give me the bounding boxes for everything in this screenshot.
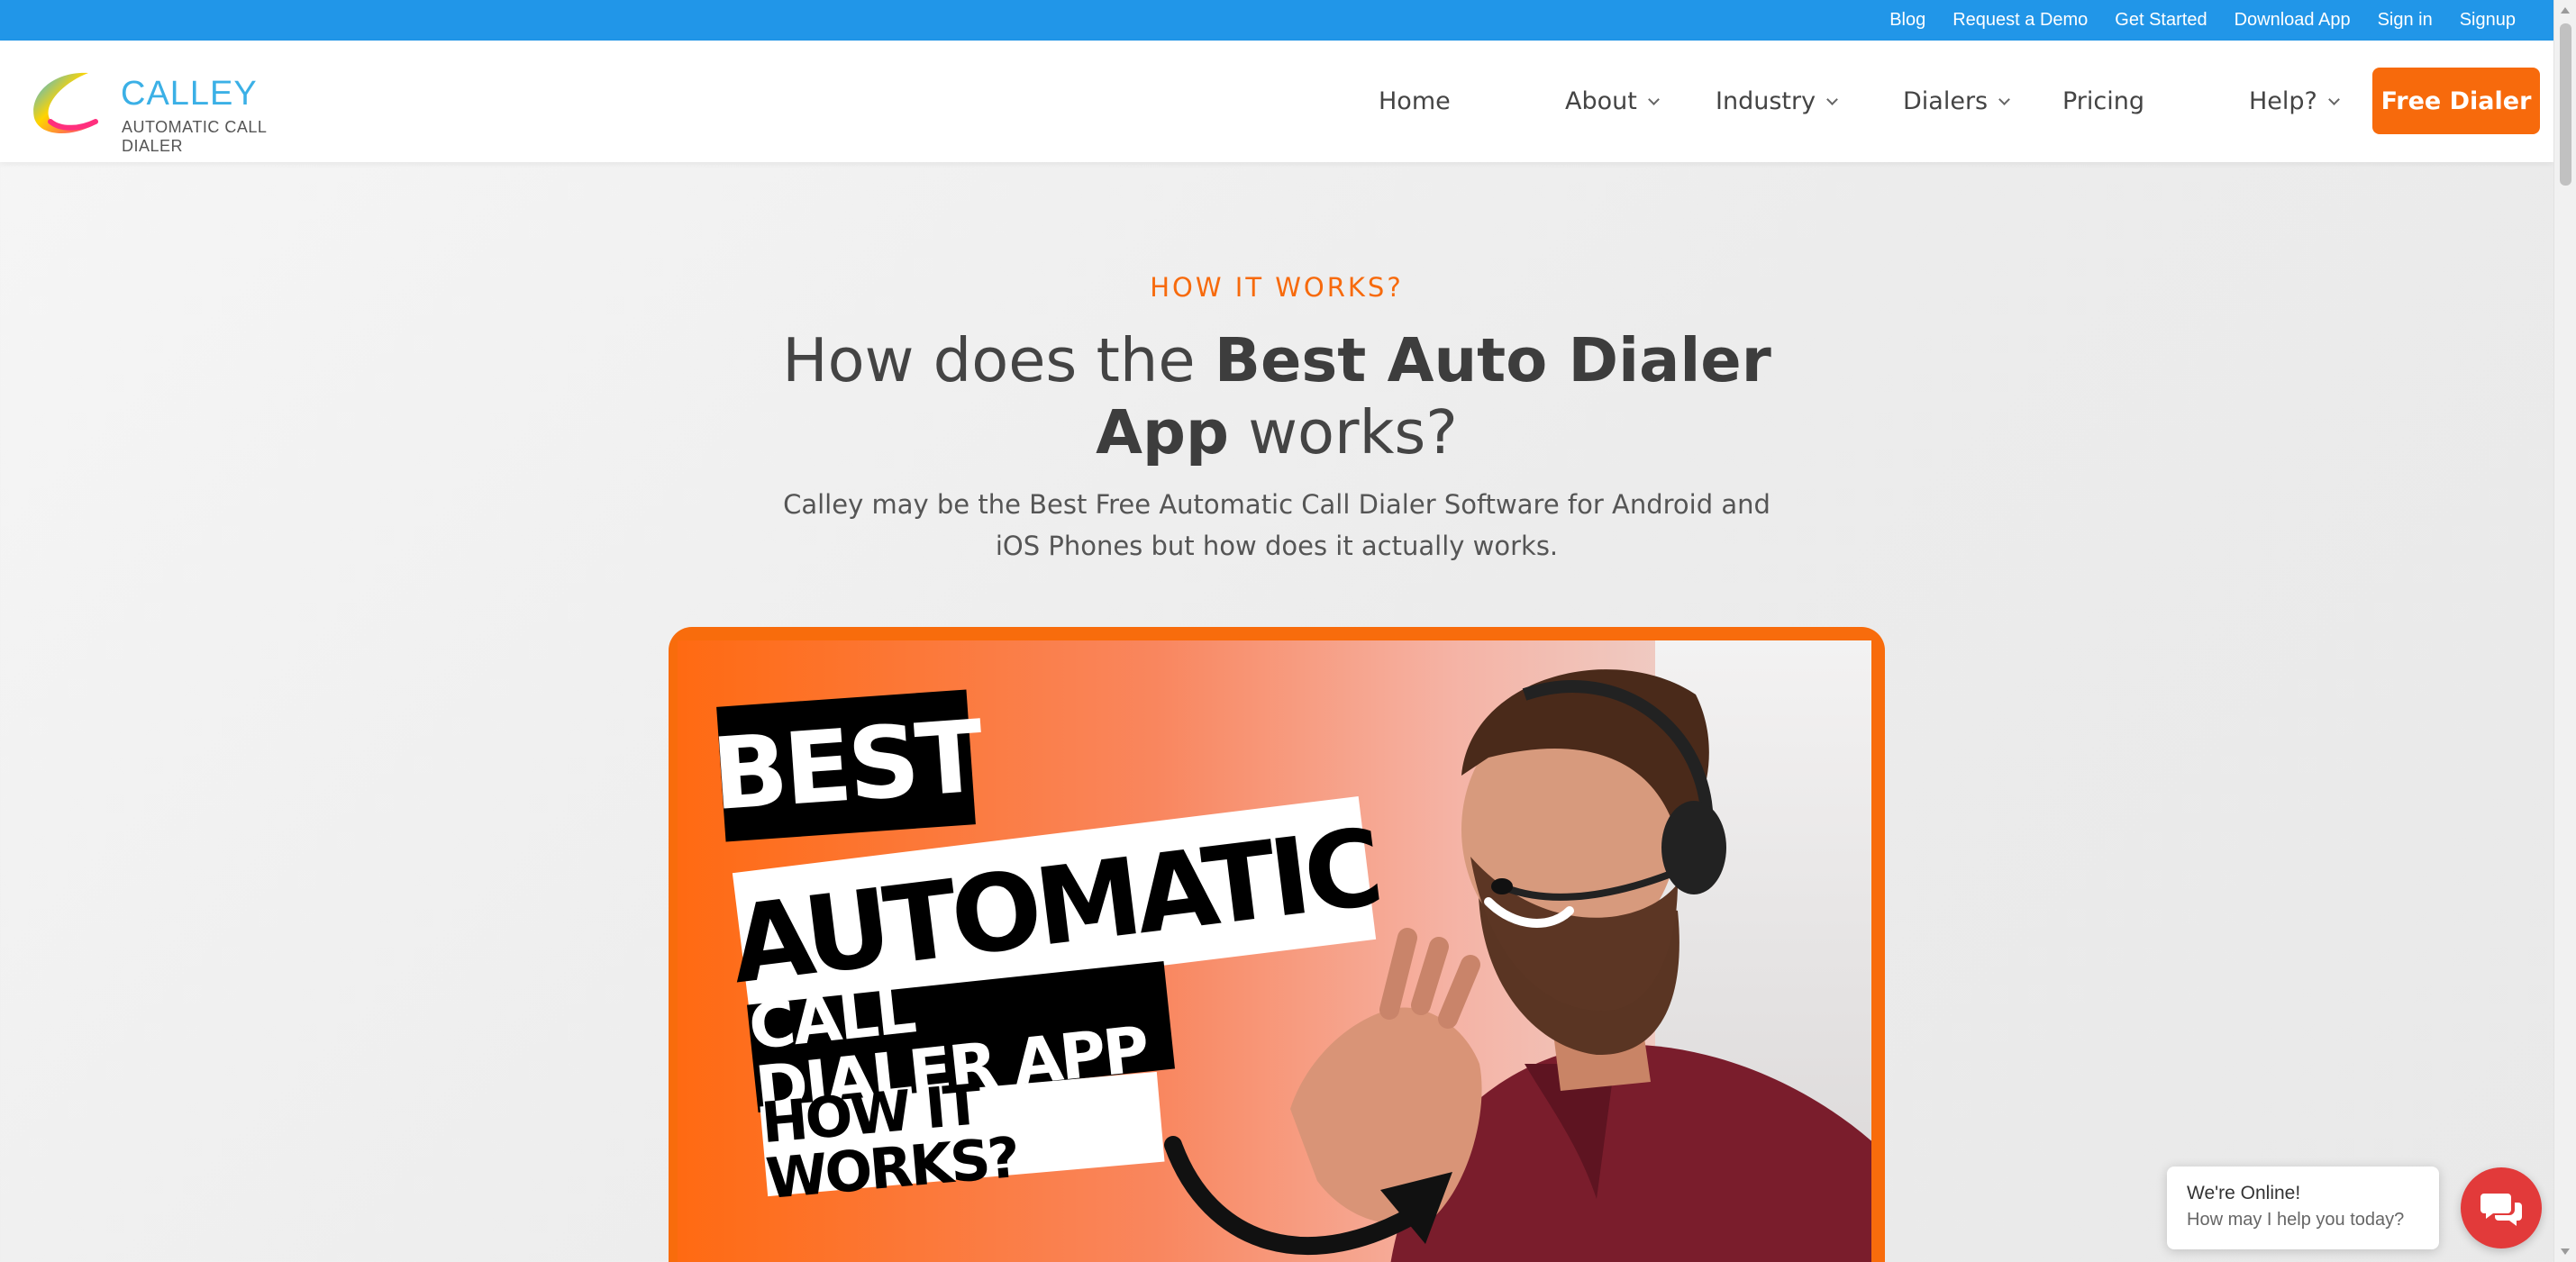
nav-about-label: About bbox=[1565, 87, 1637, 115]
section-subtext: Calley may be the Best Free Automatic Ca… bbox=[783, 489, 1770, 561]
top-utility-bar: Blog Request a Demo Get Started Download… bbox=[0, 0, 2553, 41]
topbar-link-blog[interactable]: Blog bbox=[1889, 10, 1925, 31]
page-scrollbar[interactable] bbox=[2553, 0, 2576, 1262]
video-thumbnail[interactable]: BEST AUTOMATIC CALL DIALER APP HOW IT WO… bbox=[678, 640, 1871, 1262]
nav-home-label: Home bbox=[1379, 87, 1451, 115]
nav-dialers-label: Dialers bbox=[1903, 87, 1989, 115]
headline-post: works? bbox=[1228, 397, 1458, 468]
topbar-link-request-demo[interactable]: Request a Demo bbox=[1952, 10, 2088, 31]
chat-subtitle: How may I help you today? bbox=[2187, 1210, 2405, 1230]
nav-pricing[interactable]: Pricing bbox=[2062, 87, 2144, 115]
scroll-up-arrow-icon[interactable] bbox=[2561, 7, 2570, 14]
topbar-link-signup[interactable]: Signup bbox=[2460, 10, 2516, 31]
headline-pre: How does the bbox=[782, 325, 1215, 395]
chevron-down-icon bbox=[2328, 94, 2340, 105]
chat-icon bbox=[2480, 1194, 2522, 1226]
nav-industry[interactable]: Industry bbox=[1716, 87, 1838, 115]
thumbnail-text-best: BEST bbox=[708, 689, 984, 842]
logo[interactable]: CALLEY AUTOMATIC CALL DIALER bbox=[25, 68, 314, 155]
chat-greeting-bubble[interactable]: We're Online! How may I help you today? bbox=[2167, 1167, 2439, 1249]
thumbnail-text-how-it-works: HOW IT WORKS? bbox=[759, 1071, 1165, 1212]
chevron-down-icon bbox=[1826, 94, 1838, 105]
curved-arrow-icon bbox=[1164, 1136, 1452, 1256]
nav-help[interactable]: Help? bbox=[2249, 87, 2340, 115]
topbar-link-get-started[interactable]: Get Started bbox=[2115, 10, 2207, 31]
nav-about[interactable]: About bbox=[1565, 87, 1660, 115]
chat-title: We're Online! bbox=[2187, 1183, 2301, 1203]
nav-pricing-label: Pricing bbox=[2062, 87, 2145, 115]
scroll-thumb[interactable] bbox=[2560, 23, 2571, 186]
section-headline: How does the Best Auto Dialer App works? bbox=[736, 324, 1817, 468]
nav-home[interactable]: Home bbox=[1379, 87, 1451, 115]
scroll-down-arrow-icon[interactable] bbox=[2561, 1248, 2570, 1255]
logo-wordmark: CALLEY bbox=[121, 75, 258, 113]
chevron-down-icon bbox=[1998, 94, 2010, 105]
nav-help-label: Help? bbox=[2249, 87, 2317, 115]
main-header: CALLEY AUTOMATIC CALL DIALER Home About … bbox=[0, 41, 2553, 162]
free-dialer-button[interactable]: Free Dialer bbox=[2372, 68, 2540, 134]
chevron-down-icon bbox=[1647, 94, 1660, 105]
calley-logo-icon bbox=[33, 72, 98, 134]
logo-tagline: AUTOMATIC CALL DIALER bbox=[122, 118, 267, 155]
nav-dialers[interactable]: Dialers bbox=[1903, 87, 2010, 115]
chat-open-button[interactable] bbox=[2461, 1167, 2542, 1248]
topbar-link-download-app[interactable]: Download App bbox=[2235, 10, 2351, 31]
nav-industry-label: Industry bbox=[1716, 87, 1816, 115]
section-eyebrow: HOW IT WORKS? bbox=[1150, 272, 1404, 303]
topbar-link-sign-in[interactable]: Sign in bbox=[2378, 10, 2433, 31]
